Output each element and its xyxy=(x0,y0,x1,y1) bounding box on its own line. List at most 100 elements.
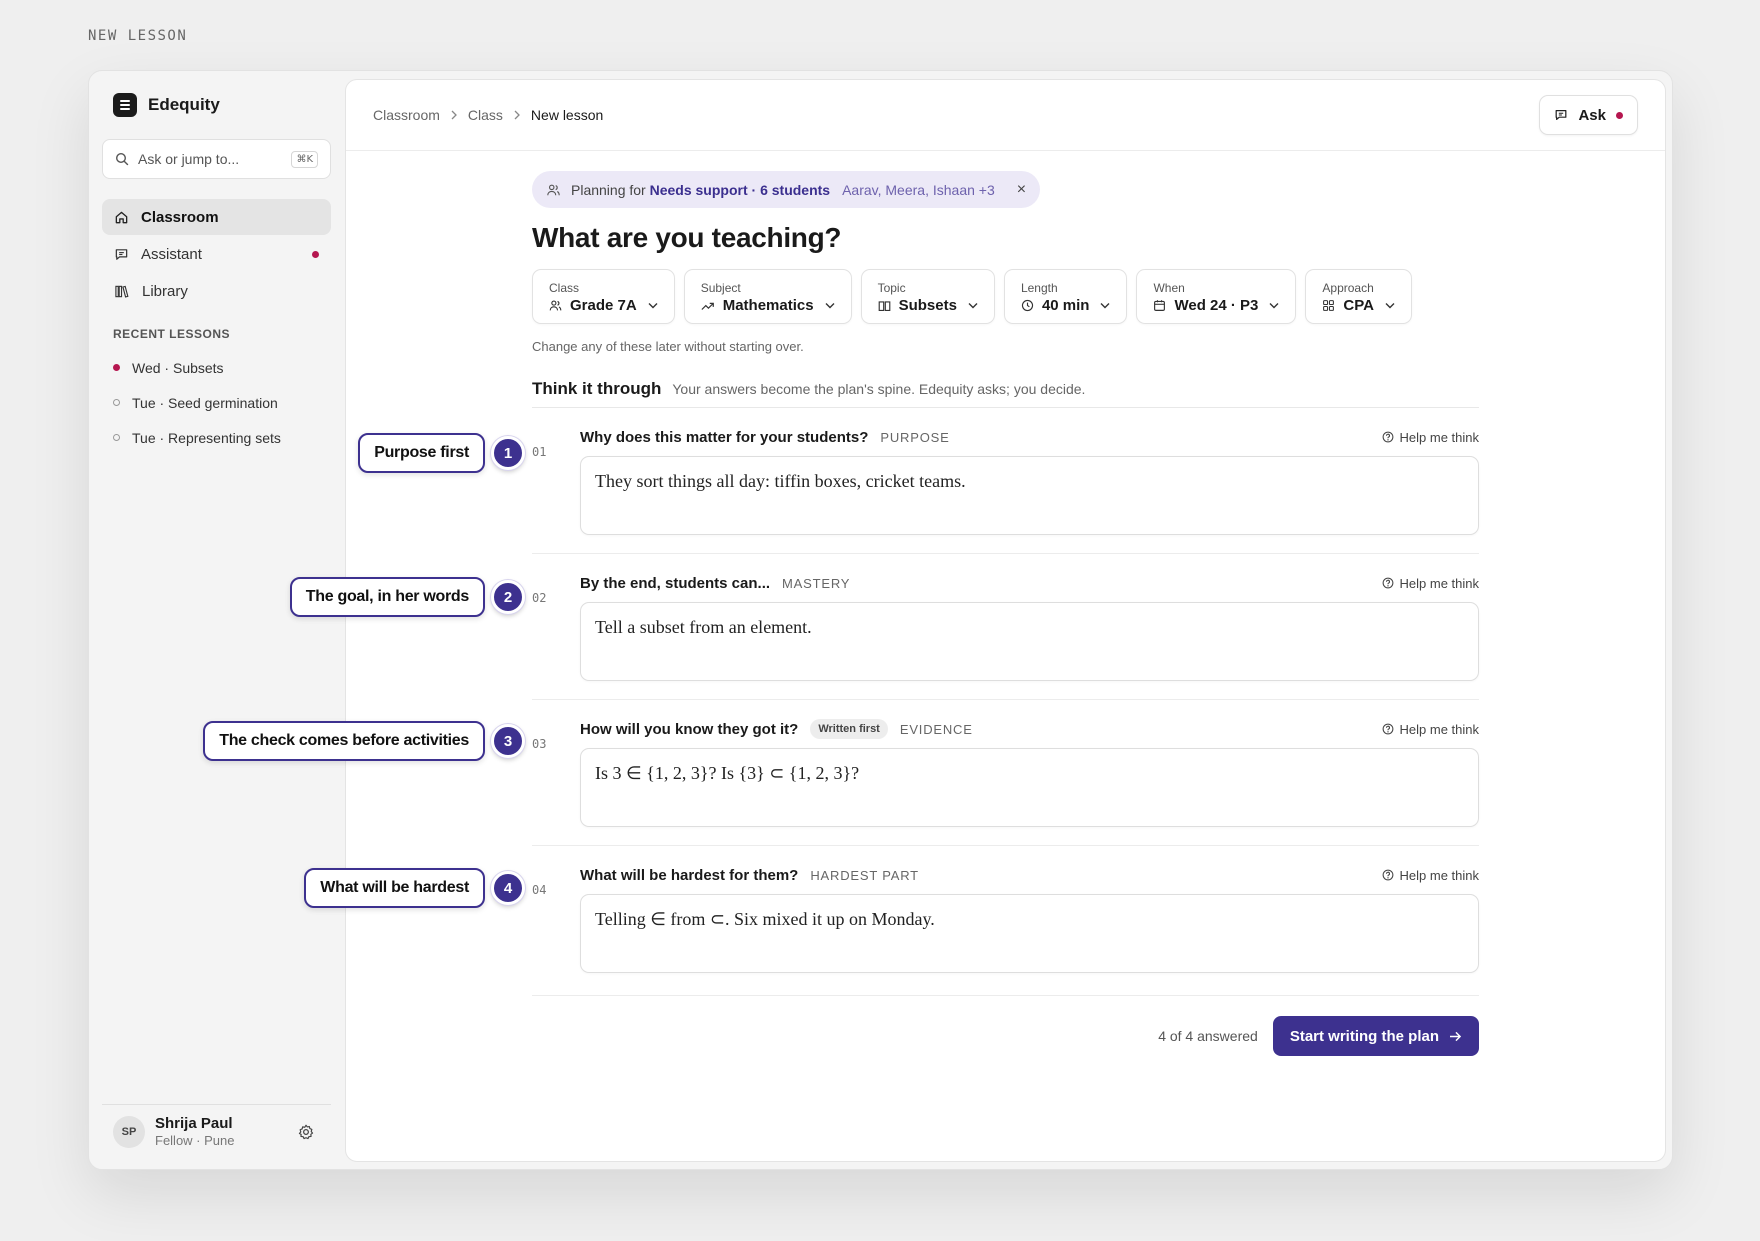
planning-prefix: Planning for xyxy=(571,181,646,198)
help-me-think-button[interactable]: Help me think xyxy=(1382,430,1479,445)
help-me-think-button[interactable]: Help me think xyxy=(1382,576,1479,591)
field-value: CPA xyxy=(1343,297,1374,314)
calendar-icon xyxy=(1154,300,1166,311)
field-label: Class xyxy=(549,281,580,295)
recent-lesson-label: Tue · Seed germination xyxy=(132,394,278,411)
question-tag: EVIDENCE xyxy=(899,721,973,737)
shortcut-hint: ⌘K xyxy=(291,150,318,168)
avatar[interactable]: SP xyxy=(113,1115,145,1148)
question-tag: HARDEST PART xyxy=(810,867,919,883)
field-value: Grade 7A xyxy=(570,297,637,314)
brand[interactable]: Edequity xyxy=(113,93,220,117)
breadcrumb-class[interactable]: Class xyxy=(468,107,503,123)
help-icon xyxy=(1382,577,1393,589)
library-icon xyxy=(115,285,129,298)
recent-lesson-item[interactable]: Wed · Subsets xyxy=(113,350,333,385)
answer-field[interactable]: Is 3 ∈ {1, 2, 3}? Is {3} ⊂ {1, 2, 3}? xyxy=(580,748,1479,827)
recent-lesson-label: Tue · Representing sets xyxy=(132,429,281,446)
recent-lesson-item[interactable]: Tue · Representing sets xyxy=(113,420,333,455)
footer-divider xyxy=(532,995,1479,996)
question-tag: PURPOSE xyxy=(880,429,950,445)
question-title: Why does this matter for your students? xyxy=(580,428,869,446)
sidebar-item-assistant[interactable]: Assistant xyxy=(102,236,331,272)
when-field[interactable]: When Wed 24 · P3 xyxy=(1136,269,1297,324)
sidebar: Edequity Ask or jump to... ⌘K Classroom … xyxy=(89,71,345,1169)
question-tag: MASTERY xyxy=(782,575,851,591)
trend-icon xyxy=(701,302,714,310)
planning-group: Needs support · 6 students xyxy=(649,181,831,198)
length-field[interactable]: Length 40 min xyxy=(1003,269,1128,324)
arrow-right-icon xyxy=(1450,1031,1462,1041)
question-number: 02 xyxy=(532,591,547,605)
callout-badge: 1 xyxy=(491,436,525,470)
planning-chip[interactable]: Planning for Needs support · 6 students … xyxy=(532,171,1041,208)
approach-field[interactable]: Approach CPA xyxy=(1305,269,1412,324)
sidebar-item-label: Assistant xyxy=(141,245,202,263)
field-label: When xyxy=(1153,281,1185,295)
gear-icon[interactable] xyxy=(297,1123,315,1141)
answer-field[interactable]: They sort things all day: tiffin boxes, … xyxy=(580,456,1479,535)
help-label: Help me think xyxy=(1399,575,1479,591)
search-input[interactable]: Ask or jump to... ⌘K xyxy=(102,139,331,179)
help-icon xyxy=(1382,869,1393,881)
answer-field[interactable]: Tell a subset from an element. xyxy=(580,602,1479,681)
help-me-think-button[interactable]: Help me think xyxy=(1382,722,1479,737)
sidebar-item-library[interactable]: Library xyxy=(102,273,331,309)
think-subtitle: Your answers become the plan's spine. Ed… xyxy=(672,381,1086,397)
sidebar-nav: Classroom Assistant Library xyxy=(102,199,331,310)
help-me-think-button[interactable]: Help me think xyxy=(1382,868,1479,883)
field-value: Subsets xyxy=(898,297,957,314)
home-icon xyxy=(115,211,128,223)
question-number: 04 xyxy=(532,883,547,897)
clock-icon xyxy=(1021,299,1034,312)
help-label: Help me think xyxy=(1399,721,1479,737)
page-label: NEW LESSON xyxy=(88,28,188,44)
chevron-down-icon xyxy=(1100,303,1110,309)
callout-text: What will be hardest xyxy=(304,868,485,908)
book-icon xyxy=(878,300,890,311)
help-icon xyxy=(1382,431,1393,443)
topic-field[interactable]: Topic Subsets xyxy=(860,269,995,324)
ask-button[interactable]: Ask xyxy=(1539,95,1638,135)
written-first-badge: Written first xyxy=(810,719,888,739)
question-evidence: 03 How will you know they got it? Writte… xyxy=(532,717,1479,846)
callout-3: The check comes before activities 3 xyxy=(203,721,525,761)
recent-lesson-item[interactable]: Tue · Seed germination xyxy=(113,385,333,420)
breadcrumb-classroom[interactable]: Classroom xyxy=(373,107,440,123)
ask-label: Ask xyxy=(1578,106,1606,124)
callout-text: Purpose first xyxy=(358,433,485,473)
people-icon xyxy=(547,184,560,195)
active-bullet-icon xyxy=(113,364,120,371)
field-value: Wed 24 · P3 xyxy=(1174,297,1259,314)
callout-badge: 2 xyxy=(491,580,525,614)
cta-label: Start writing the plan xyxy=(1289,1027,1439,1045)
class-field[interactable]: Class Grade 7A xyxy=(532,269,675,324)
answer-field[interactable]: Telling ∈ from ⊂. Six mixed it up on Mon… xyxy=(580,894,1479,973)
chevron-down-icon xyxy=(1385,303,1395,309)
field-label: Topic xyxy=(877,281,906,295)
question-purpose: 01 Why does this matter for your student… xyxy=(532,425,1479,554)
notification-dot xyxy=(312,250,319,258)
grid-icon xyxy=(1323,300,1335,311)
field-value: 40 min xyxy=(1041,297,1090,314)
start-writing-plan-button[interactable]: Start writing the plan xyxy=(1272,1016,1479,1056)
help-label: Help me think xyxy=(1399,867,1479,883)
callout-2: The goal, in her words 2 xyxy=(289,577,525,617)
field-value: Mathematics xyxy=(722,297,814,314)
help-icon xyxy=(1382,723,1393,735)
search-icon xyxy=(115,152,129,166)
question-number: 01 xyxy=(532,445,547,459)
chevron-down-icon xyxy=(825,303,835,309)
user-profile: SP Shrija Paul Fellow · Pune xyxy=(102,1104,331,1148)
question-title: What will be hardest for them? xyxy=(580,866,799,884)
think-section-header: Think it through Your answers become the… xyxy=(532,379,1479,408)
close-icon[interactable]: × xyxy=(1017,181,1026,199)
user-subtitle: Fellow · Pune xyxy=(155,1133,235,1148)
bullet-icon xyxy=(113,399,120,406)
search-placeholder: Ask or jump to... xyxy=(138,151,240,167)
sidebar-item-classroom[interactable]: Classroom xyxy=(102,199,331,235)
field-label: Subject xyxy=(700,281,741,295)
field-label: Approach xyxy=(1322,281,1374,295)
recent-lessons-list: Wed · Subsets Tue · Seed germination Tue… xyxy=(113,350,333,455)
subject-field[interactable]: Subject Mathematics xyxy=(683,269,852,324)
